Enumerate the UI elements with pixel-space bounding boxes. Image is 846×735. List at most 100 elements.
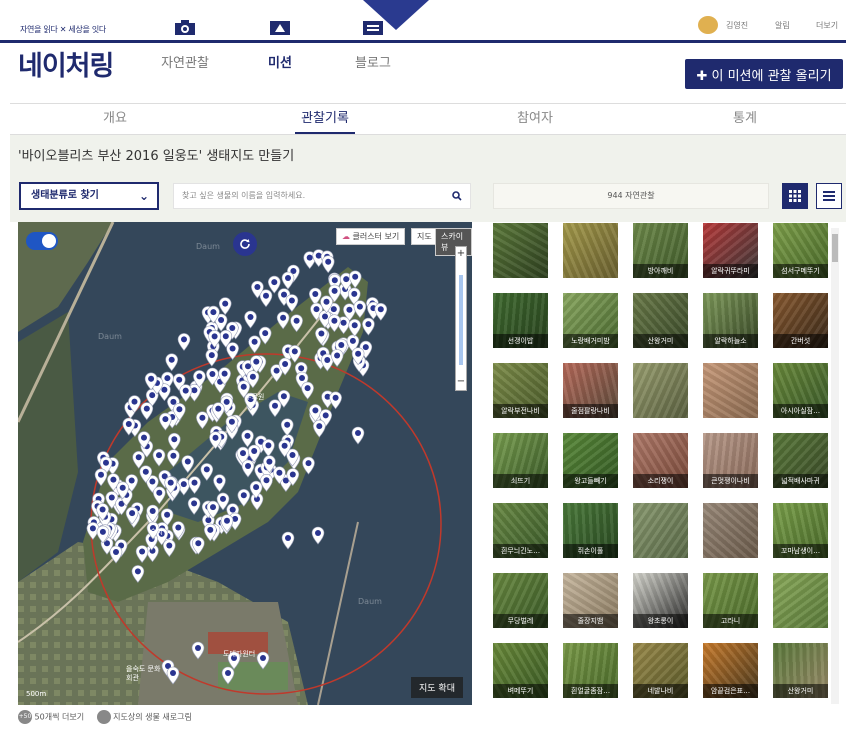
observation-thumbnail[interactable]: 고라니 [703, 573, 758, 628]
observation-thumbnail[interactable]: 소리쟁이 [633, 433, 688, 488]
observation-thumbnail[interactable]: 노랑배거미밤 [563, 293, 618, 348]
observation-thumbnail[interactable]: 알락귀뚜라미 [703, 223, 758, 278]
observation-thumbnail[interactable]: 무당벌레 [493, 573, 548, 628]
observation-thumbnail[interactable]: 알락부전나비 [493, 363, 548, 418]
observation-marker[interactable] [191, 641, 205, 660]
observation-marker[interactable] [280, 418, 294, 437]
alerts-link[interactable]: 알림 [775, 20, 790, 31]
cluster-toggle[interactable] [26, 232, 58, 250]
observation-marker[interactable] [312, 419, 326, 438]
observation-thumbnail[interactable]: 암끝검은표… [703, 643, 758, 698]
observation-thumbnail[interactable]: 쇠뜨기 [493, 433, 548, 488]
observation-thumbnail[interactable]: 꼬마남생이… [773, 503, 828, 558]
observation-marker[interactable] [196, 411, 209, 430]
observation-thumbnail[interactable]: 흰얼굴좀잠… [563, 643, 618, 698]
observation-thumbnail[interactable] [773, 573, 828, 628]
observation-marker[interactable] [321, 255, 335, 274]
observation-thumbnail[interactable]: 흰무늬긴노… [493, 503, 548, 558]
expand-map-button[interactable]: 지도 확대 [411, 677, 463, 698]
list-view-button[interactable] [816, 183, 842, 209]
observation-thumbnail[interactable]: 왕고들빼기 [563, 433, 618, 488]
observation-marker[interactable] [213, 474, 226, 493]
observation-marker[interactable] [132, 451, 145, 469]
observation-thumbnail[interactable]: 왕초롱이 [633, 573, 688, 628]
observation-thumbnail[interactable]: 아시아실잠… [773, 363, 828, 418]
observation-marker[interactable] [135, 545, 149, 563]
observation-marker[interactable] [244, 310, 257, 329]
observation-marker[interactable] [241, 459, 255, 478]
observation-marker[interactable] [262, 439, 275, 457]
observation-marker[interactable] [94, 468, 108, 487]
observation-thumbnail[interactable]: 줄점팔랑나비 [563, 363, 618, 418]
observation-marker[interactable] [348, 270, 362, 289]
observation-thumbnail[interactable] [703, 503, 758, 558]
observation-thumbnail[interactable]: 큰멋쟁이나비 [703, 433, 758, 488]
site-logo[interactable]: 네이처링 [18, 44, 114, 83]
observation-marker[interactable] [226, 342, 239, 360]
observation-marker[interactable] [330, 349, 344, 367]
more-badge[interactable]: +50 [18, 710, 32, 724]
tab-records[interactable]: 관찰기록 [220, 104, 430, 134]
observation-thumbnail[interactable]: 네발나비 [633, 643, 688, 698]
observation-marker[interactable] [218, 297, 232, 316]
observation-marker[interactable] [205, 348, 219, 367]
observation-thumbnail[interactable]: 쥐손이풀 [563, 503, 618, 558]
observation-thumbnail[interactable]: 섬서구메뚜기 [773, 223, 828, 278]
observation-marker[interactable] [311, 526, 325, 545]
observation-marker[interactable] [308, 287, 322, 306]
observation-marker[interactable] [248, 335, 261, 354]
user-name[interactable]: 김영진 [726, 20, 748, 31]
observation-thumbnail[interactable] [633, 503, 688, 558]
observation-marker[interactable] [166, 666, 180, 685]
observation-marker[interactable] [285, 294, 299, 312]
marker-layer[interactable] [18, 222, 472, 705]
observation-marker[interactable] [109, 545, 123, 564]
observation-marker[interactable] [281, 271, 295, 290]
observation-map[interactable]: 수로원 습지 을숙도 문화회관 도데자원터 Daum Daum Daum ☁ 클… [18, 222, 472, 705]
observation-thumbnail[interactable] [493, 223, 548, 278]
gallery-scrollbar[interactable] [831, 228, 839, 704]
search-icon[interactable] [452, 184, 462, 211]
species-search-input[interactable]: 찾고 싶은 생물의 이름을 입력하세요. [173, 183, 471, 209]
observation-marker[interactable] [221, 666, 235, 685]
nav-item-mission[interactable]: 미션 [240, 20, 320, 71]
observation-thumbnail[interactable] [633, 363, 688, 418]
observation-marker[interactable] [167, 449, 180, 468]
observation-marker[interactable] [288, 345, 302, 363]
observation-marker[interactable] [258, 326, 272, 345]
observation-marker[interactable] [159, 412, 172, 431]
zoom-control[interactable]: + − [455, 246, 467, 391]
observation-thumbnail[interactable] [563, 223, 618, 278]
observation-thumbnail[interactable]: 알락하늘소 [703, 293, 758, 348]
observation-marker[interactable] [152, 448, 166, 467]
observation-marker[interactable] [302, 456, 315, 475]
observation-marker[interactable] [348, 319, 362, 337]
nav-item-nature[interactable]: 자연관찰 [145, 20, 225, 71]
observation-marker[interactable] [165, 353, 178, 372]
observation-marker[interactable] [362, 317, 375, 336]
observation-marker[interactable] [281, 531, 295, 550]
observation-marker[interactable] [188, 476, 201, 495]
observation-marker[interactable] [153, 486, 166, 505]
map-refresh-button[interactable] [233, 232, 257, 256]
observation-marker[interactable] [140, 402, 154, 421]
observation-marker[interactable] [329, 391, 342, 410]
scrollbar-thumb[interactable] [832, 234, 838, 262]
avatar[interactable] [698, 16, 718, 34]
observation-thumbnail[interactable]: 간버섯 [773, 293, 828, 348]
observation-marker[interactable] [353, 300, 367, 319]
observation-marker[interactable] [200, 463, 214, 481]
observation-marker[interactable] [276, 311, 290, 330]
grid-view-button[interactable] [782, 183, 808, 209]
tab-overview[interactable]: 개요 [10, 104, 220, 134]
observation-marker[interactable] [177, 333, 191, 351]
observation-thumbnail[interactable]: 넓적배사마귀 [773, 433, 828, 488]
observation-marker[interactable] [179, 384, 192, 403]
load-more-link[interactable]: 50개씩 더보기 [35, 713, 85, 722]
observation-marker[interactable] [168, 432, 181, 451]
taxonomy-filter-select[interactable]: 생태분류로 찾기 ⌄ [19, 182, 159, 210]
zoom-in-icon[interactable]: + [456, 249, 466, 259]
observation-marker[interactable] [163, 539, 176, 557]
observation-marker[interactable] [256, 651, 270, 670]
observation-marker[interactable] [328, 314, 341, 333]
